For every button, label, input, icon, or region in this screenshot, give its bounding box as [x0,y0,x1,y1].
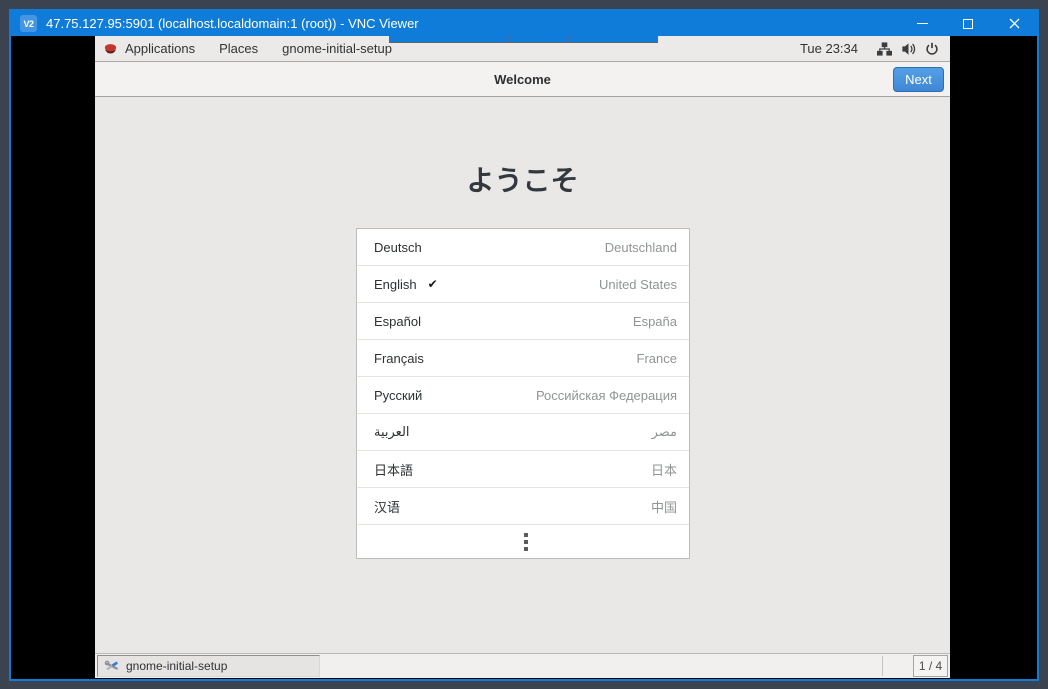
language-row[interactable]: العربية مصر [357,414,689,451]
welcome-heading: ようこそ [95,159,950,199]
check-icon: ✔ [428,277,438,291]
language-region: 日本 [651,460,677,479]
network-wired-icon[interactable] [872,36,896,61]
window-controls [899,11,1037,36]
vnc-toolbar-handle[interactable] [389,34,658,43]
language-name: Français [374,351,424,366]
appmenu-gnome-initial-setup[interactable]: gnome-initial-setup [270,36,404,61]
language-name: Русский [374,388,422,403]
app-headerbar: Welcome Next [95,62,950,97]
taskbar-separator [882,656,883,676]
language-row[interactable]: English ✔ United States [357,266,689,303]
language-region: España [633,314,677,329]
maximize-button[interactable] [945,11,991,36]
language-row[interactable]: 日本語 日本 [357,451,689,488]
vnc-window-title: 47.75.127.95:5901 (localhost.localdomain… [46,16,419,31]
taskbar-window-label: gnome-initial-setup [126,659,227,673]
language-row[interactable]: Deutsch Deutschland [357,229,689,266]
language-more-row[interactable] [357,525,689,558]
screen: V2 47.75.127.95:5901 (localhost.localdom… [0,0,1048,689]
remote-desktop: Applications Places gnome-initial-setup … [95,36,950,678]
language-name: 日本語 [374,460,413,479]
language-name: Deutsch [374,240,422,255]
language-row[interactable]: Español España [357,303,689,340]
maximize-icon [963,19,973,29]
vertical-ellipsis-icon [524,533,528,551]
welcome-page: ようこそ Deutsch Deutschland English ✔ United St… [95,97,950,653]
vnc-viewer-window: V2 47.75.127.95:5901 (localhost.localdom… [9,9,1039,681]
taskbar-window-button[interactable]: gnome-initial-setup [97,655,320,677]
places-menu[interactable]: Places [207,36,270,61]
places-menu-label: Places [219,41,258,56]
language-row[interactable]: Français France [357,340,689,377]
language-region: United States [599,277,677,292]
language-name: English [374,277,417,292]
applications-menu[interactable]: Applications [95,36,207,61]
vnc-logo-icon: V2 [20,15,37,32]
language-name: Español [374,314,421,329]
redhat-icon [103,43,118,55]
language-region: مصر [652,424,677,440]
volume-icon[interactable] [896,36,920,61]
power-icon[interactable] [920,36,944,61]
close-button[interactable] [991,11,1037,36]
minimize-button[interactable] [899,11,945,36]
page-title: Welcome [95,62,950,96]
clock[interactable]: Tue 23:34 [786,41,872,56]
language-region: 中国 [651,497,677,516]
applications-menu-label: Applications [125,41,195,56]
close-icon [1009,18,1020,29]
language-name: 汉语 [374,497,400,516]
workspace-pager[interactable]: 1 / 4 [913,655,948,677]
appmenu-label: gnome-initial-setup [282,41,392,56]
language-region: France [637,351,677,366]
language-region: Deutschland [605,240,677,255]
language-row[interactable]: Русский Российская Федерация [357,377,689,414]
language-row[interactable]: 汉语 中国 [357,488,689,525]
toolbar-divider [508,35,509,41]
next-button[interactable]: Next [893,67,944,92]
toolbar-divider [568,35,569,41]
minimize-icon [917,23,928,24]
vnc-titlebar[interactable]: V2 47.75.127.95:5901 (localhost.localdom… [11,11,1037,36]
language-name: العربية [374,424,410,440]
tools-icon [104,659,120,673]
window-list-taskbar: gnome-initial-setup 1 / 4 [95,653,950,678]
system-tray: Tue 23:34 [786,36,950,61]
language-region: Российская Федерация [536,388,677,403]
language-list: DeutschDeutschlandEnglish✔United StatesE… [356,228,690,559]
